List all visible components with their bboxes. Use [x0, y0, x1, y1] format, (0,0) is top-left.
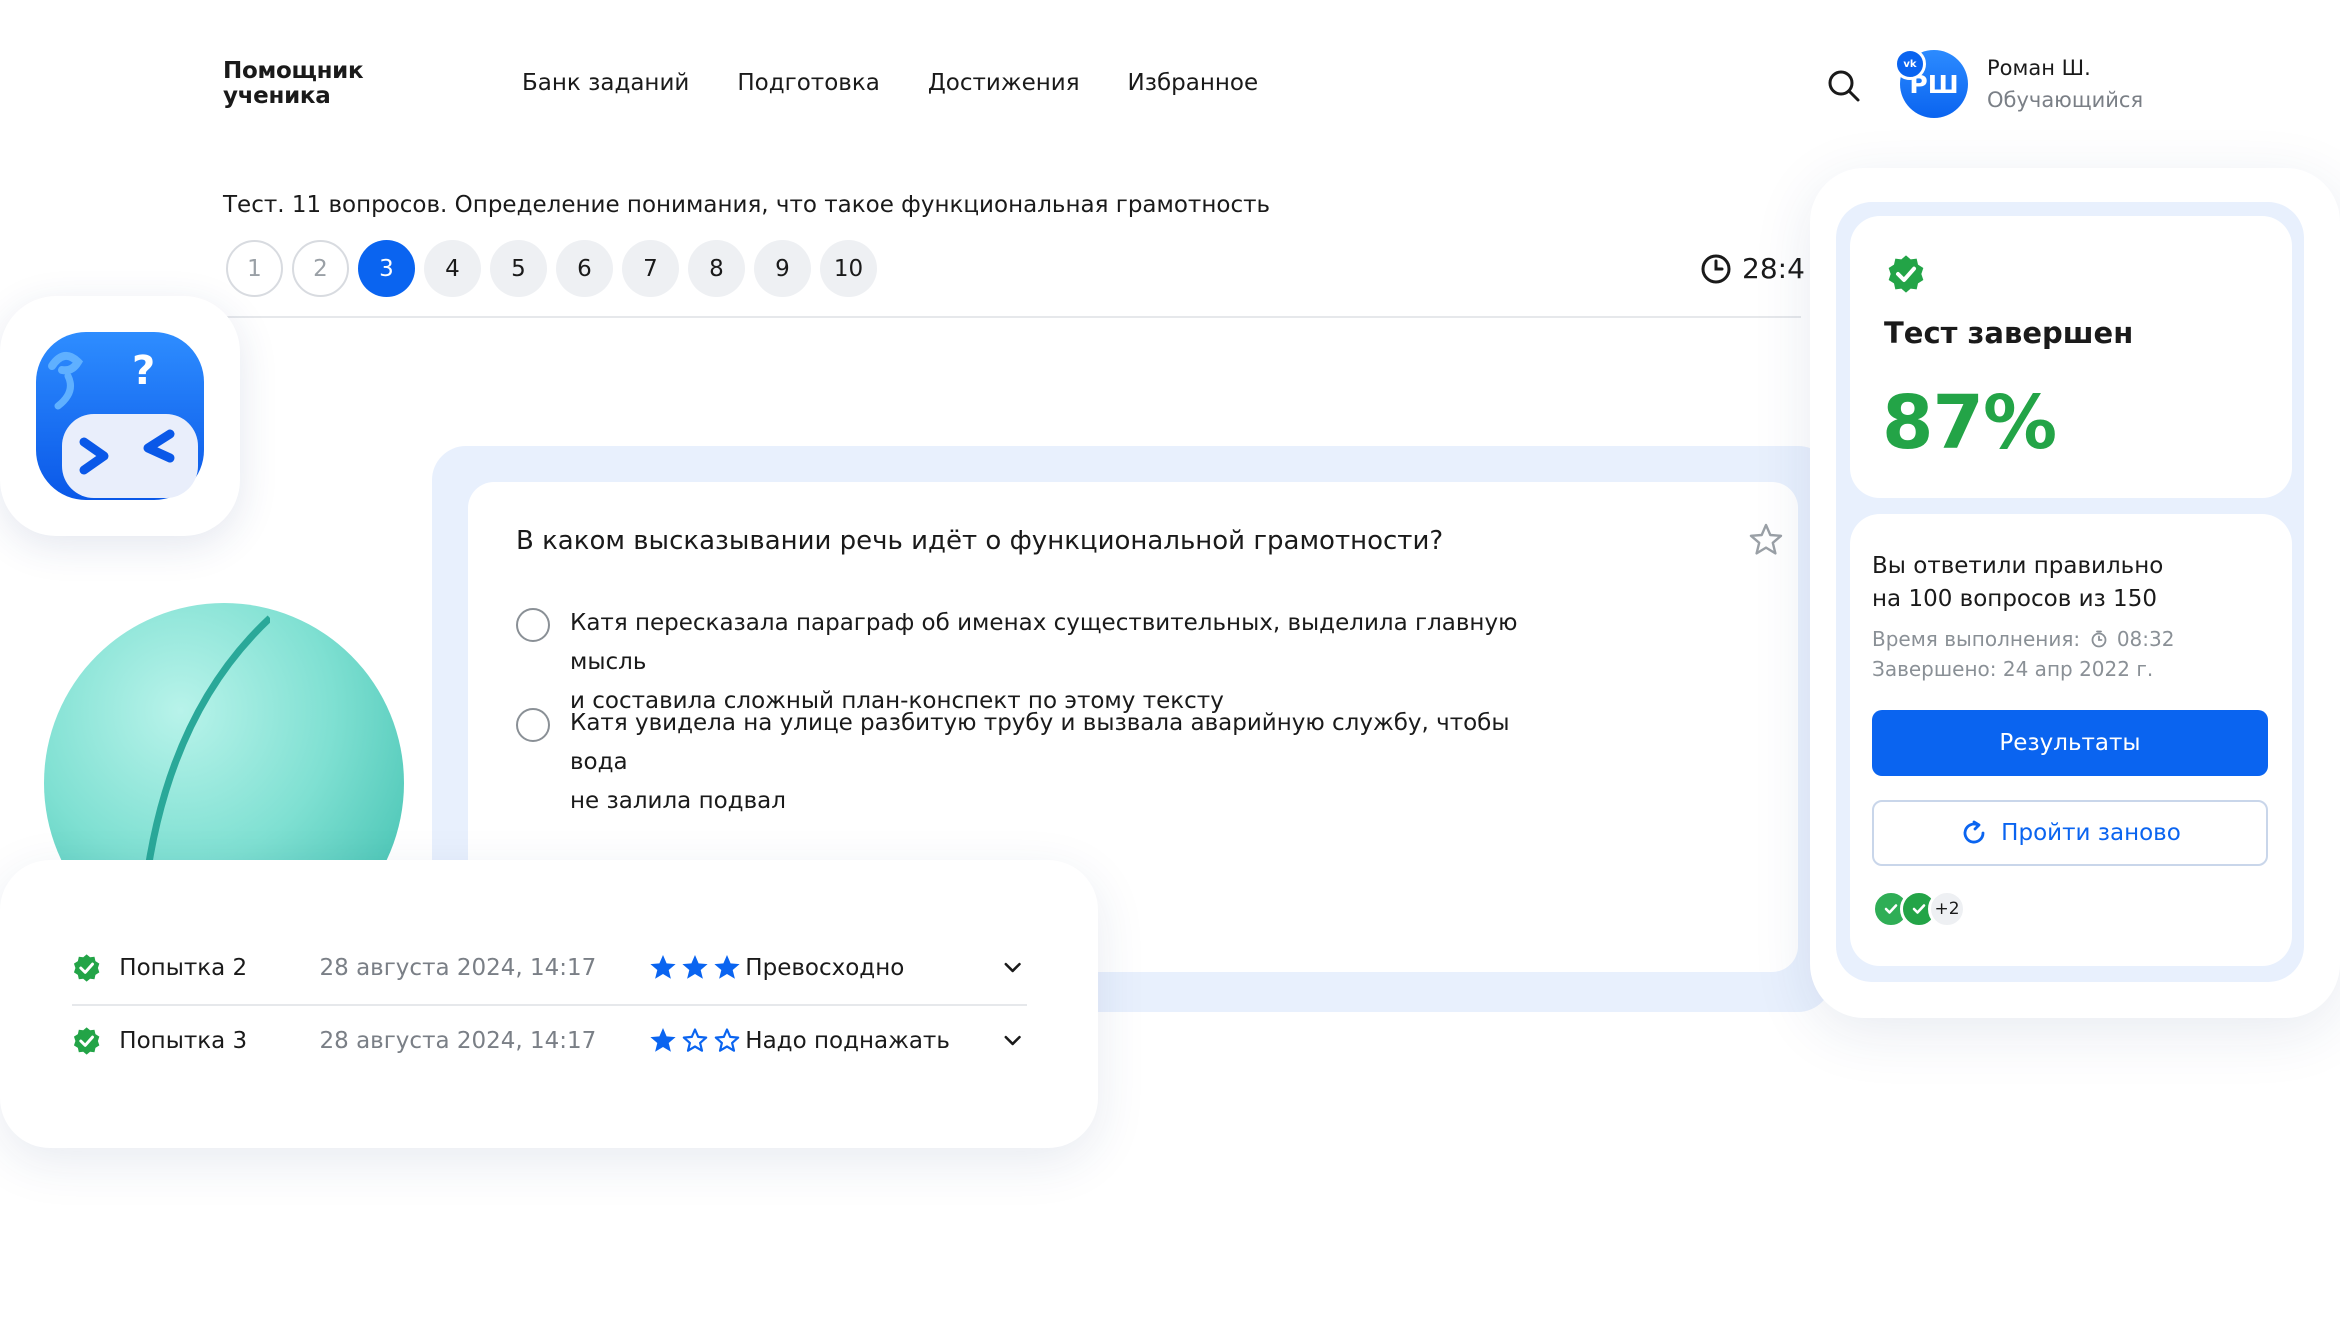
- app-logo[interactable]: Помощник ученика: [223, 58, 364, 109]
- question-page-9[interactable]: 9: [754, 240, 811, 297]
- result-answered: Вы ответили правильно на 100 вопросов из…: [1872, 550, 2163, 616]
- user-name: Роман Ш.: [1987, 56, 2091, 80]
- app-icon-tile: ?: [0, 296, 240, 536]
- rating-stars: [648, 1026, 746, 1056]
- logo-line-2: ученика: [223, 83, 331, 109]
- question-page-7[interactable]: 7: [622, 240, 679, 297]
- result-answered-line: на 100 вопросов из 150: [1872, 586, 2157, 612]
- time-value: 08:32: [2116, 627, 2175, 651]
- result-percent: 87%: [1882, 380, 2057, 466]
- nav-item-achievements[interactable]: Достижения: [928, 70, 1080, 96]
- check-icon: [1912, 904, 1926, 914]
- user-role: Обучающийся: [1987, 88, 2144, 112]
- test-title: Тест. 11 вопросов. Определение понимания…: [223, 192, 1271, 218]
- question-page-4[interactable]: 4: [424, 240, 481, 297]
- question-page-5[interactable]: 5: [490, 240, 547, 297]
- divider: [221, 316, 1801, 318]
- question-page-2[interactable]: 2: [292, 240, 349, 297]
- logo-line-1: Помощник: [223, 58, 364, 84]
- radio-button[interactable]: [516, 708, 550, 742]
- star-empty-icon: [682, 1028, 707, 1052]
- answer-line: Катя пересказала параграф об именах суще…: [570, 610, 1518, 675]
- retry-button[interactable]: Пройти заново: [1872, 800, 2268, 866]
- question-page-3[interactable]: 3: [358, 240, 415, 297]
- result-time: Время выполнения: 08:32: [1872, 627, 2174, 651]
- attempt-row[interactable]: Попытка 3 28 августа 2024, 14:17 Надо по…: [72, 1005, 1027, 1077]
- chevron-down-icon[interactable]: [998, 953, 1027, 983]
- main-nav: Банк заданий Подготовка Достижения Избра…: [522, 70, 1258, 96]
- radio-button[interactable]: [516, 608, 550, 642]
- favorite-star-icon[interactable]: [1748, 522, 1784, 558]
- star-filled-icon: [650, 1028, 676, 1052]
- star-filled-icon: [682, 955, 708, 979]
- vk-badge-icon: vk: [1894, 48, 1926, 80]
- search-icon[interactable]: [1824, 66, 1864, 106]
- result-answered-line: Вы ответили правильно: [1872, 553, 2164, 579]
- attempt-grade: Превосходно: [745, 955, 905, 981]
- retry-label: Пройти заново: [2001, 820, 2181, 846]
- attempt-date: 28 августа 2024, 14:17: [319, 955, 597, 981]
- attempt-label: Попытка 3: [119, 1028, 248, 1054]
- answer-option-text: Катя увидела на улице разбитую трубу и в…: [570, 704, 1566, 821]
- question-pager: 1 2 3 4 5 6 7 8 9 10: [226, 240, 877, 297]
- question-page-10[interactable]: 10: [820, 240, 877, 297]
- verified-check-icon: [73, 1027, 100, 1055]
- check-icon: [1884, 904, 1898, 914]
- nav-item-task-bank[interactable]: Банк заданий: [522, 70, 689, 96]
- rating-stars: [648, 953, 746, 983]
- answer-option-2[interactable]: Катя увидела на улице разбитую трубу и в…: [516, 704, 1566, 821]
- attempt-label: Попытка 2: [119, 955, 248, 981]
- mascot-icon: ?: [36, 332, 204, 500]
- test-timer: 28:4: [1700, 252, 1805, 285]
- participants-stack[interactable]: +2: [1872, 890, 1966, 928]
- clock-icon: [1701, 254, 1731, 283]
- time-label: Время выполнения:: [1872, 627, 2081, 651]
- chevron-down-icon[interactable]: [998, 1026, 1027, 1056]
- stopwatch-icon: [2092, 630, 2107, 648]
- attempt-grade: Надо поднажать: [745, 1028, 950, 1054]
- answer-line: не залила подвал: [570, 788, 786, 814]
- star-empty-icon: [714, 1028, 739, 1052]
- question-page-8[interactable]: 8: [688, 240, 745, 297]
- question-page-6[interactable]: 6: [556, 240, 613, 297]
- svg-text:?: ?: [132, 348, 155, 394]
- question-page-1[interactable]: 1: [226, 240, 283, 297]
- verified-check-icon: [1888, 255, 1924, 293]
- nav-item-preparation[interactable]: Подготовка: [737, 70, 879, 96]
- results-button[interactable]: Результаты: [1872, 710, 2268, 776]
- nav-item-favorites[interactable]: Избранное: [1128, 70, 1259, 96]
- timer-value: 28:4: [1742, 252, 1805, 285]
- refresh-icon: [1963, 820, 1985, 844]
- question-text: В каком высказывании речь идёт о функцио…: [516, 526, 1444, 556]
- answer-line: Катя увидела на улице разбитую трубу и в…: [570, 710, 1510, 775]
- verified-check-icon: [73, 954, 100, 982]
- star-filled-icon: [714, 955, 740, 979]
- attempt-row[interactable]: Попытка 2 28 августа 2024, 14:17 Превосх…: [72, 932, 1027, 1006]
- attempt-date: 28 августа 2024, 14:17: [319, 1028, 597, 1054]
- participants-more-count: +2: [1928, 890, 1966, 928]
- result-title: Тест завершен: [1884, 316, 2134, 350]
- star-filled-icon: [650, 955, 676, 979]
- result-completed-date: Завершено: 24 апр 2022 г.: [1872, 657, 2154, 681]
